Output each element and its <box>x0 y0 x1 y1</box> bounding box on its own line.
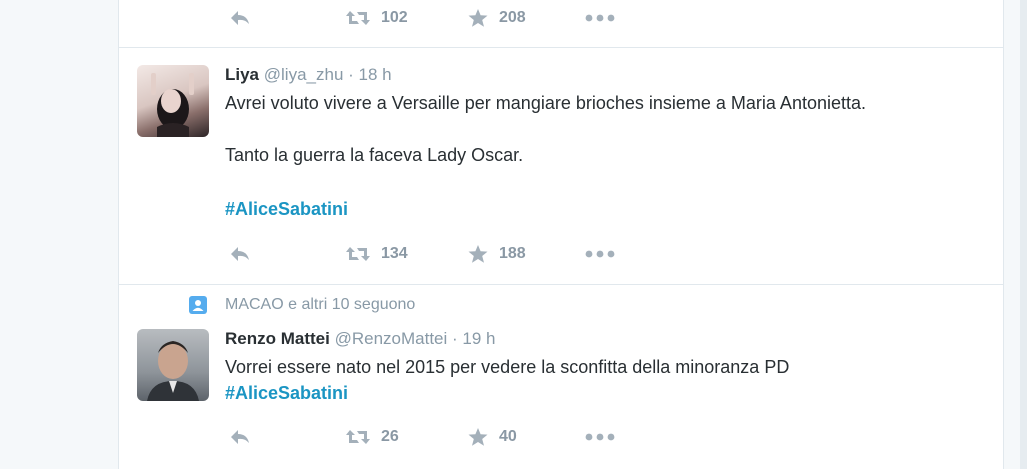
separator: · <box>348 65 354 84</box>
more-icon <box>585 250 615 258</box>
more-button[interactable] <box>585 242 615 266</box>
retweet-button[interactable]: 134 <box>345 242 408 266</box>
reply-icon <box>231 11 249 25</box>
favorite-count: 40 <box>499 428 517 445</box>
reply-icon <box>231 247 249 261</box>
retweet-icon <box>346 430 370 444</box>
more-icon <box>585 14 615 22</box>
tweet-actions: 26 40 <box>119 425 1003 449</box>
tweet[interactable]: Renzo Mattei @RenzoMattei · 19 h Vorrei … <box>119 285 1003 469</box>
username[interactable]: @RenzoMattei <box>335 329 448 348</box>
favorite-icon <box>468 428 488 446</box>
username[interactable]: @liya_zhu <box>264 65 344 84</box>
avatar[interactable] <box>137 65 209 137</box>
hashtag-link[interactable]: #AliceSabatini <box>225 196 348 222</box>
favorite-button[interactable]: 40 <box>467 425 517 449</box>
tweet-text-line: Avrei voluto vivere a Versaille per mang… <box>225 93 866 113</box>
retweet-button[interactable]: 102 <box>345 6 408 30</box>
tweet-actions: 134 188 <box>119 242 1003 266</box>
more-button[interactable] <box>585 6 615 30</box>
reply-button[interactable] <box>229 6 251 30</box>
retweet-button[interactable]: 26 <box>345 425 399 449</box>
retweet-icon <box>346 11 370 25</box>
favorite-button[interactable]: 208 <box>467 6 526 30</box>
tweet-text-line: Vorrei essere nato nel 2015 per vedere l… <box>225 357 790 377</box>
more-icon <box>585 433 615 441</box>
tweet-actions: 102 208 <box>119 6 1003 30</box>
fullname[interactable]: Renzo Mattei <box>225 329 330 348</box>
timestamp[interactable]: 19 h <box>462 329 495 348</box>
scrollbar-track[interactable] <box>1020 0 1027 469</box>
more-button[interactable] <box>585 425 615 449</box>
favorite-icon <box>468 245 488 263</box>
retweet-count: 26 <box>381 428 399 445</box>
hashtag-link[interactable]: #AliceSabatini <box>225 380 348 406</box>
tweet[interactable]: Liya @liya_zhu · 18 h Avrei voluto viver… <box>119 48 1003 284</box>
fullname[interactable]: Liya <box>225 65 259 84</box>
reply-button[interactable] <box>229 425 251 449</box>
timestamp[interactable]: 18 h <box>359 65 392 84</box>
tweet-header: Liya @liya_zhu · 18 h <box>225 65 392 85</box>
retweet-icon <box>346 247 370 261</box>
reply-button[interactable] <box>229 242 251 266</box>
avatar[interactable] <box>137 329 209 401</box>
favorite-count: 188 <box>499 245 526 262</box>
retweet-count: 134 <box>381 245 408 262</box>
tweet-text-line: Tanto la guerra la faceva Lady Oscar. <box>225 145 524 165</box>
avatar-image <box>151 73 194 137</box>
avatar-image <box>147 341 199 401</box>
reply-icon <box>231 430 249 444</box>
favorite-button[interactable]: 188 <box>467 242 526 266</box>
timeline-stream: 102 208 Liya @liya_zhu · 18 h Avrei volu… <box>118 0 1004 469</box>
retweet-count: 102 <box>381 9 408 26</box>
separator: · <box>452 329 458 348</box>
tweet-header: Renzo Mattei @RenzoMattei · 19 h <box>225 329 496 349</box>
favorite-count: 208 <box>499 9 526 26</box>
favorite-icon <box>468 9 488 27</box>
